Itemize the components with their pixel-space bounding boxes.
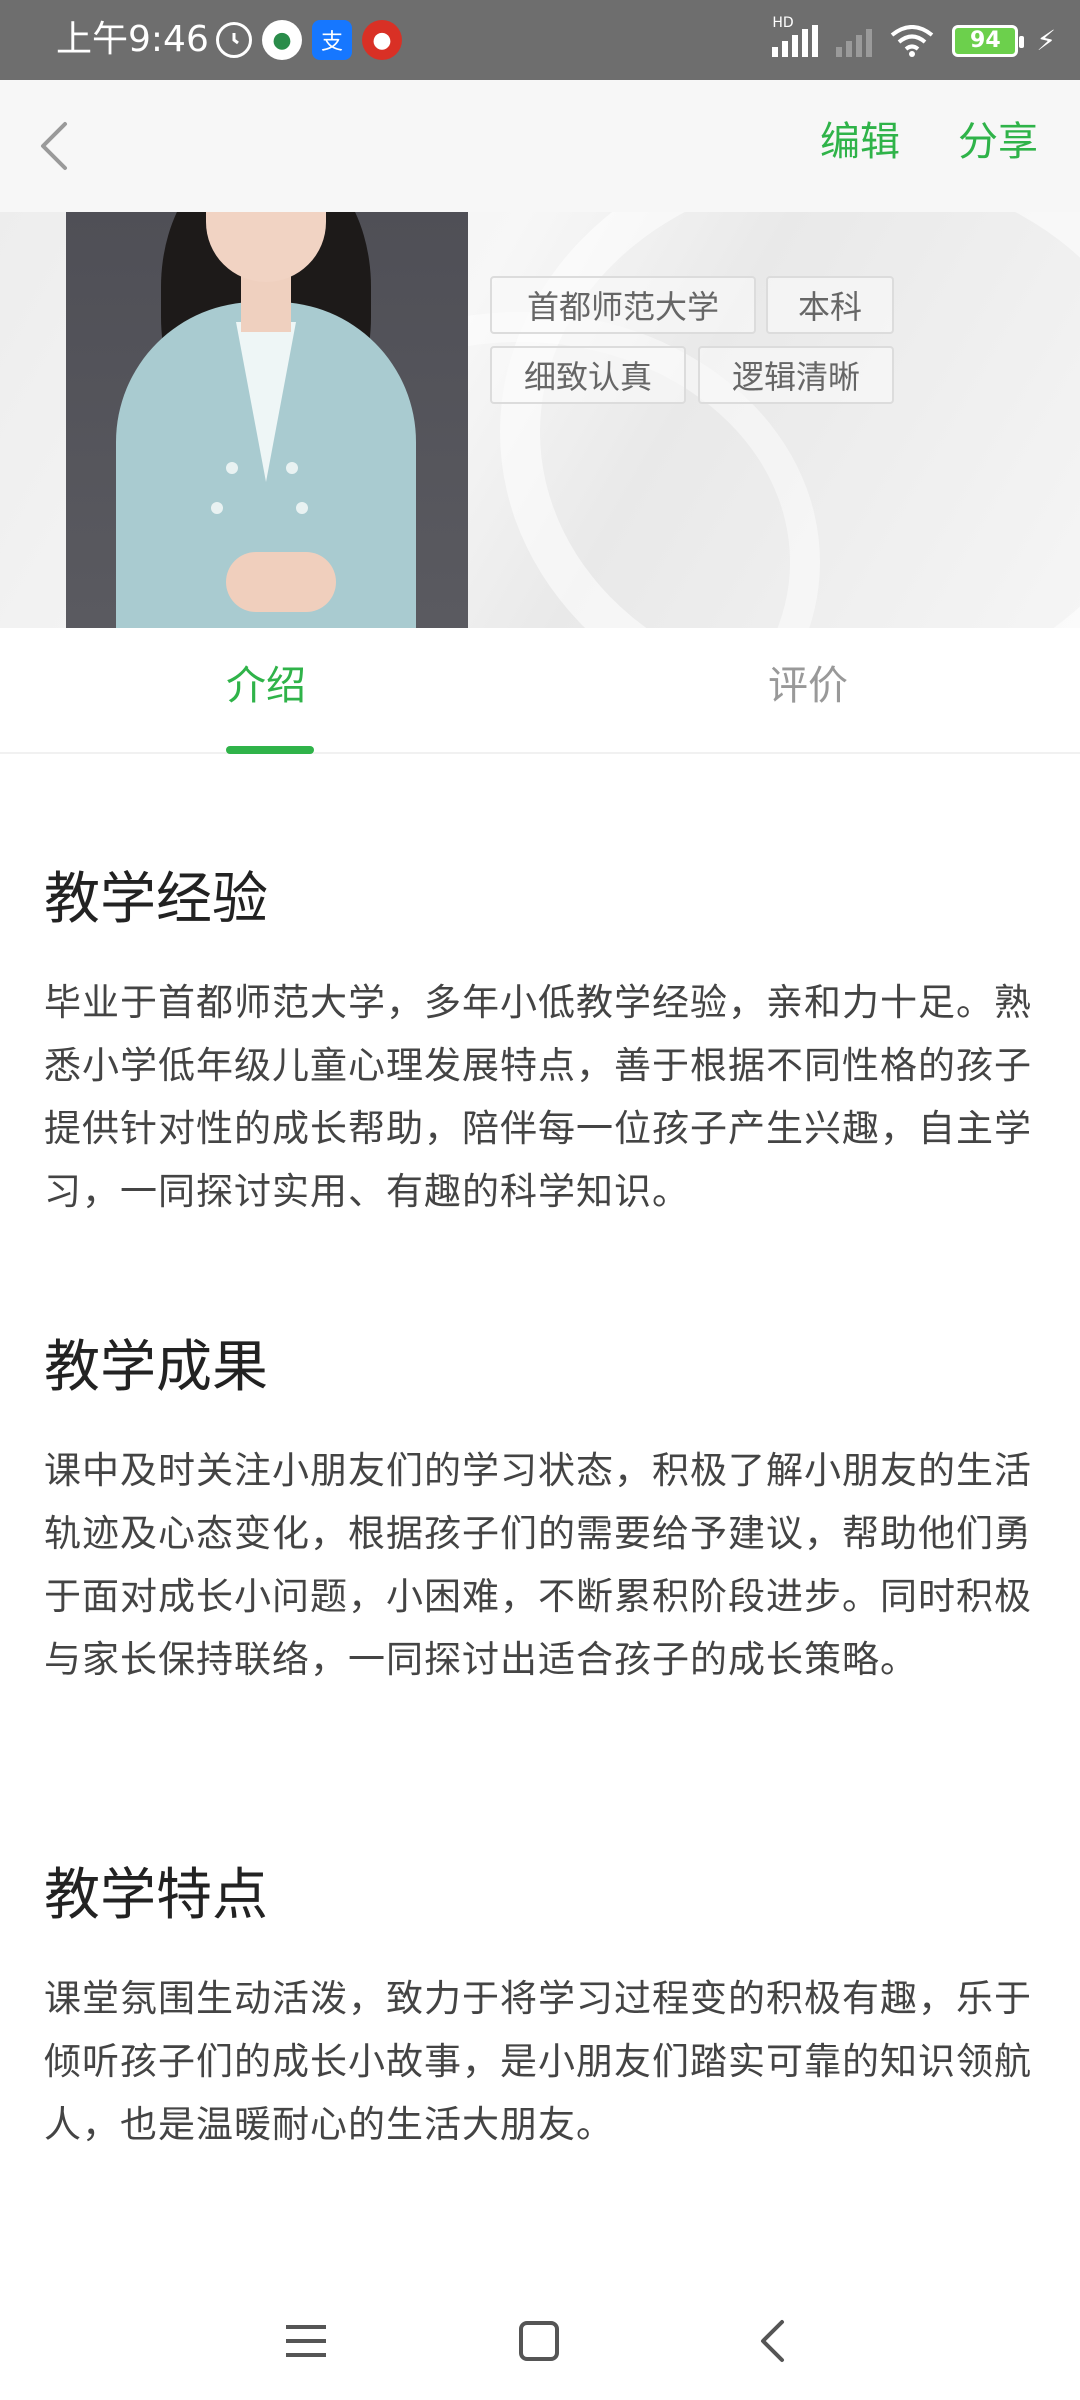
tab-reviews[interactable]: 评价	[768, 662, 848, 710]
signal-hd-icon: HD	[772, 15, 819, 57]
section-body: 毕业于首都师范大学，多年小低教学经验，亲和力十足。熟悉小学低年级儿童心理发展特点…	[44, 981, 1032, 1214]
tag-degree: 本科	[766, 276, 894, 334]
section-teaching-results: 教学成果 课中及时关注小朋友们的学习状态，积极了解小朋友的生活轨迹及心态变化，根…	[44, 1334, 1034, 1691]
signal-hd-label: HD	[772, 14, 794, 31]
section-body: 课中及时关注小朋友们的学习状态，积极了解小朋友的生活轨迹及心态变化，根据孩子们的…	[44, 1449, 1032, 1682]
section-teaching-features: 教学特点 课堂氛围生动活泼，致力于将学习过程变的积极有趣，乐于倾听孩子们的成长小…	[44, 1862, 1034, 2156]
status-notification-icons: ● 支 ●	[216, 20, 402, 60]
section-teaching-experience: 教学经验 毕业于首都师范大学，多年小低教学经验，亲和力十足。熟悉小学低年级儿童心…	[44, 866, 1034, 1223]
tab-intro[interactable]: 介绍	[226, 662, 306, 710]
home-square-icon	[519, 2321, 559, 2361]
pinduoduo-icon: ●	[362, 20, 402, 60]
charging-icon: ⚡	[1036, 24, 1056, 57]
tag-trait: 逻辑清晰	[698, 346, 894, 404]
system-back-button[interactable]	[738, 2306, 808, 2376]
status-bar: 上午9:46 ● 支 ● HD 94 ⚡	[0, 0, 1080, 80]
home-button[interactable]	[504, 2306, 574, 2376]
section-title: 教学特点	[44, 1863, 268, 1928]
alipay-icon: 支	[312, 20, 352, 60]
tag-university: 首都师范大学	[490, 276, 756, 334]
tab-bar: 介绍 评价	[0, 628, 1080, 754]
back-button[interactable]	[24, 112, 84, 180]
top-app-bar: 编辑 分享	[0, 80, 1080, 212]
screen: 上午9:46 ● 支 ● HD 94 ⚡ 编辑 分享 首都师范大学 本科 细致认…	[0, 0, 1080, 2400]
chevron-left-icon	[41, 122, 67, 170]
back-chevron-icon	[761, 2320, 784, 2362]
teacher-profile-banner: 首都师范大学 本科 细致认真 逻辑清晰	[0, 212, 1080, 628]
alarm-icon	[216, 22, 252, 58]
system-navigation-bar	[0, 2280, 1080, 2400]
section-title: 教学成果	[44, 1335, 268, 1400]
menu-icon	[286, 2325, 326, 2357]
edit-button[interactable]: 编辑	[820, 118, 900, 166]
share-button[interactable]: 分享	[958, 118, 1038, 166]
section-title: 教学经验	[44, 867, 268, 932]
tag-trait: 细致认真	[490, 346, 686, 404]
status-time: 上午9:46	[56, 19, 209, 60]
wifi-icon	[890, 24, 934, 57]
status-system-icons: HD 94 ⚡	[772, 15, 1056, 57]
active-tab-indicator	[226, 746, 314, 754]
signal-strength-secondary-icon	[836, 25, 873, 57]
section-body: 课堂氛围生动活泼，致力于将学习过程变的积极有趣，乐于倾听孩子们的成长小故事，是小…	[44, 1977, 1032, 2147]
teacher-photo	[66, 212, 468, 628]
mobile-carrier-app-icon: ●	[262, 20, 302, 60]
recent-apps-button[interactable]	[271, 2306, 341, 2376]
battery-level: 94	[970, 28, 1001, 53]
battery-icon: 94	[952, 24, 1025, 57]
